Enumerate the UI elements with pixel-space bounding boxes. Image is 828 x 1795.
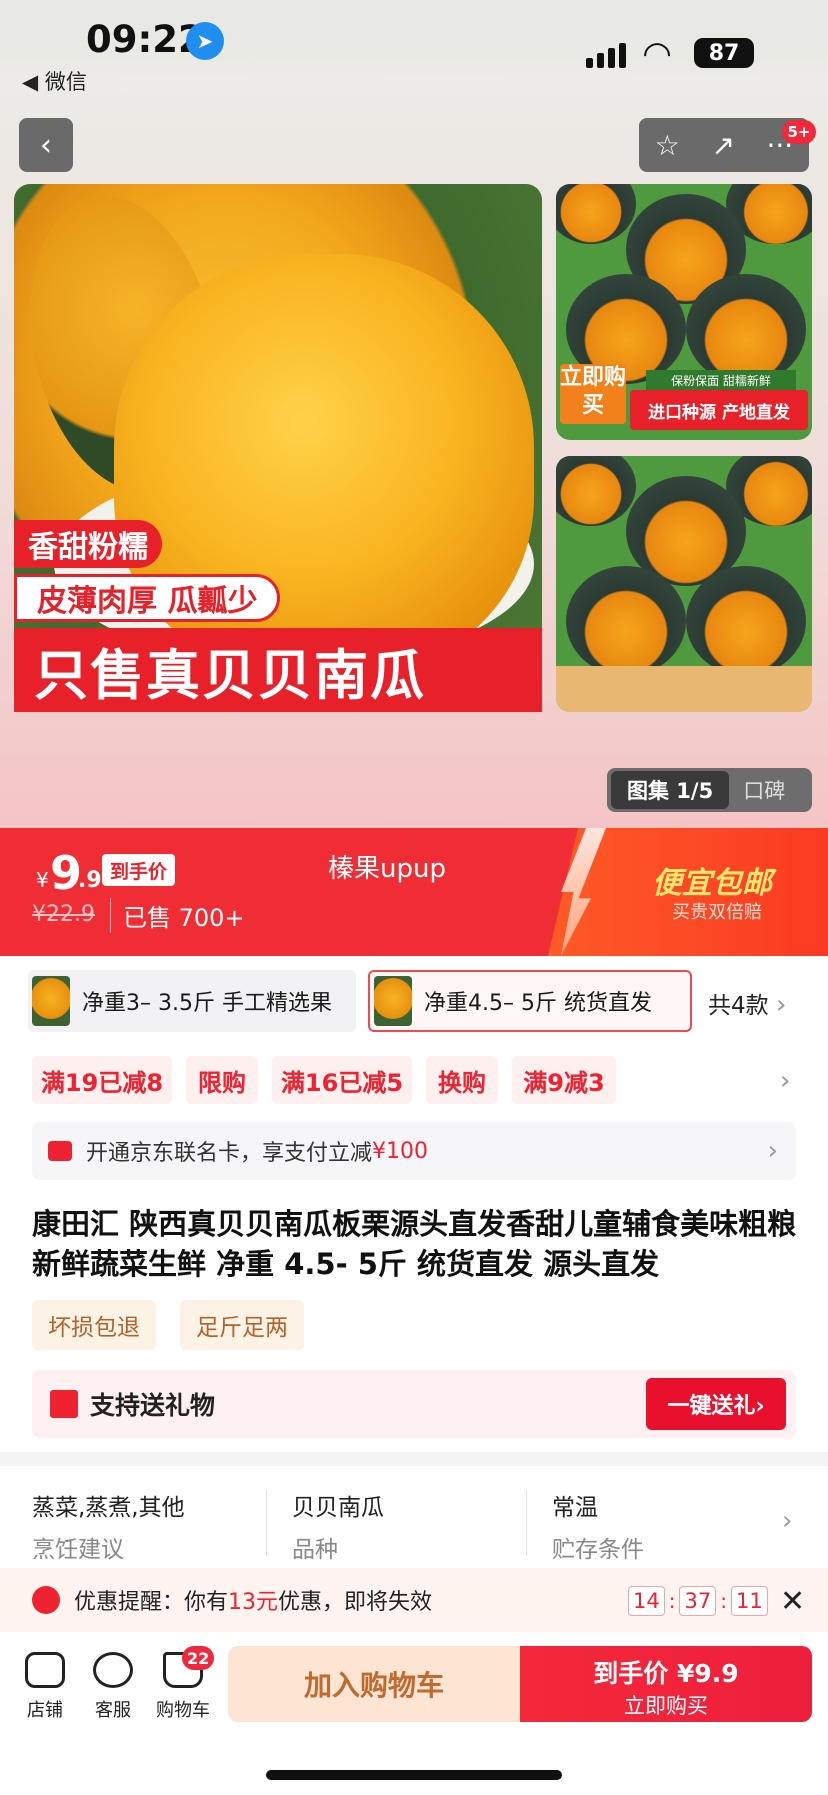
image-tag-sweet: 香甜粉糯 bbox=[14, 520, 162, 568]
back-to-wechat[interactable]: ◀ 微信 bbox=[22, 66, 87, 96]
wifi-icon: ◠ bbox=[644, 34, 671, 74]
countdown-timer: 14 : 37 : 11 bbox=[628, 1586, 768, 1616]
image-banner: 只售真贝贝南瓜 bbox=[14, 628, 542, 712]
cart-badge: 22 bbox=[182, 1646, 215, 1670]
variants-total[interactable]: 共4款 › bbox=[708, 986, 786, 1020]
timer-minutes: 37 bbox=[679, 1586, 717, 1616]
side-caption-small: 保粉保面 甜糯新鲜 bbox=[646, 370, 796, 390]
attr-divider bbox=[266, 1490, 267, 1556]
sold-count: 已售 700+ bbox=[110, 898, 245, 933]
battery-indicator: 87 bbox=[694, 38, 754, 68]
attr-divider bbox=[526, 1490, 527, 1556]
service-icon bbox=[93, 1652, 133, 1688]
timer-colon: : bbox=[668, 1589, 676, 1613]
tab-reviews[interactable]: 口碑 bbox=[743, 775, 785, 805]
coupon-tag[interactable]: 限购 bbox=[186, 1056, 258, 1104]
steamer-base bbox=[556, 666, 812, 712]
share-icon[interactable]: ↗ bbox=[711, 129, 734, 162]
image-tag-thin-skin: 皮薄肉厚 瓜瓤少 bbox=[14, 574, 281, 622]
original-price: ¥22.9 bbox=[32, 902, 95, 927]
buy-now-button[interactable]: 到手价 ¥9.9 立即购买 bbox=[520, 1646, 812, 1722]
attr-value: 贝贝南瓜 bbox=[292, 1495, 384, 1521]
reminder-prefix: 优惠提醒：你有 bbox=[74, 1590, 229, 1615]
cart-label: 购物车 bbox=[156, 1700, 210, 1721]
chevron-right-icon: › bbox=[775, 990, 787, 1020]
free-shipping-promo: 便宜包邮 bbox=[652, 866, 772, 901]
buy-price-label: 到手价 ¥9.9 bbox=[593, 1659, 739, 1688]
tab-gallery[interactable]: 图集 1/5 bbox=[611, 771, 730, 809]
section-divider bbox=[0, 1452, 828, 1466]
attr-key: 贮存条件 bbox=[552, 1537, 644, 1563]
customer-service-tab[interactable]: 客服 bbox=[78, 1652, 148, 1722]
gallery-switch: 图集 1/5 口碑 bbox=[607, 768, 812, 812]
coupon-tag[interactable]: 满16已减5 bbox=[272, 1056, 412, 1104]
final-price-tag: 到手价 bbox=[102, 854, 176, 886]
price-decimal: .9 bbox=[78, 868, 102, 893]
chevron-right-icon[interactable]: › bbox=[780, 1066, 790, 1096]
add-to-cart-button[interactable]: 加入购物车 bbox=[228, 1646, 520, 1722]
message-badge: 5+ bbox=[782, 120, 816, 144]
variant-thumbnail bbox=[374, 976, 412, 1026]
timer-colon: : bbox=[720, 1589, 727, 1613]
close-icon[interactable]: ✕ bbox=[780, 1584, 805, 1619]
attr-value: 蒸菜,蒸煮,其他 bbox=[32, 1495, 185, 1521]
gift-text: 支持送礼物 bbox=[90, 1391, 216, 1420]
side-product-image-1[interactable]: 保粉保面 甜糯新鲜 立即购买 进口种源 产地直发 bbox=[556, 184, 812, 440]
price-guarantee: 买贵双倍赔 bbox=[672, 902, 762, 923]
reminder-amount: 13元 bbox=[228, 1590, 279, 1615]
chevron-right-icon: › bbox=[767, 1136, 778, 1166]
buy-now-label: 立即购买 bbox=[624, 1694, 708, 1718]
side-caption: 进口种源 产地直发 bbox=[630, 390, 808, 430]
price-currency: ¥ bbox=[36, 868, 49, 892]
shop-name: 榛果upup bbox=[328, 854, 446, 884]
card-icon bbox=[48, 1141, 72, 1161]
coupon-tag[interactable]: 满19已减8 bbox=[32, 1056, 172, 1104]
home-indicator[interactable] bbox=[266, 1770, 562, 1780]
signal-icon bbox=[586, 38, 626, 68]
coupon-tag[interactable]: 换购 bbox=[426, 1056, 498, 1104]
send-gift-button[interactable]: 一键送礼› bbox=[646, 1378, 786, 1430]
reminder-suffix: 优惠，即将失效 bbox=[278, 1590, 433, 1615]
attr-key: 烹饪建议 bbox=[32, 1537, 124, 1563]
store-label: 店铺 bbox=[27, 1700, 63, 1721]
location-icon: ➤ bbox=[186, 22, 224, 60]
service-tag[interactable]: 足斤足两 bbox=[180, 1300, 304, 1350]
store-icon bbox=[25, 1652, 65, 1688]
product-title: 康田汇 陕西真贝贝南瓜板栗源头直发香甜儿童辅食美味粗粮新鲜蔬菜生鲜 净重 4.5… bbox=[32, 1207, 797, 1281]
service-tag[interactable]: 坏损包退 bbox=[32, 1300, 156, 1350]
gift-icon bbox=[50, 1390, 78, 1418]
back-button[interactable]: ‹ bbox=[19, 118, 73, 172]
card-promo-text: 开通京东联名卡，享支付立减 bbox=[86, 1141, 373, 1166]
service-label: 客服 bbox=[95, 1700, 131, 1721]
timer-hours: 14 bbox=[628, 1586, 665, 1616]
side-product-image-2[interactable] bbox=[556, 456, 812, 712]
timer-seconds: 11 bbox=[730, 1586, 768, 1616]
coupon-tag[interactable]: 满9减3 bbox=[512, 1056, 616, 1104]
attr-key: 品种 bbox=[292, 1537, 338, 1563]
attr-value: 常温 bbox=[552, 1495, 598, 1521]
card-promo-row[interactable]: 开通京东联名卡，享支付立减 ¥100 › bbox=[32, 1122, 796, 1180]
chevron-right-icon[interactable]: › bbox=[782, 1506, 792, 1536]
variant-label: 净重3– 3.5斤 手工精选果 bbox=[82, 991, 332, 1016]
variant-option-1[interactable]: 净重3– 3.5斤 手工精选果 bbox=[28, 970, 356, 1032]
card-promo-amount: ¥100 bbox=[372, 1138, 429, 1164]
clock-icon bbox=[32, 1586, 60, 1614]
variant-option-2[interactable]: 净重4.5– 5斤 统货直发 bbox=[368, 970, 692, 1032]
variant-label: 净重4.5– 5斤 统货直发 bbox=[424, 991, 652, 1016]
favorite-icon[interactable]: ☆ bbox=[655, 129, 680, 162]
variant-thumbnail bbox=[32, 976, 70, 1026]
side-buy-tag[interactable]: 立即购买 bbox=[560, 364, 626, 424]
store-tab[interactable]: 店铺 bbox=[10, 1652, 80, 1722]
